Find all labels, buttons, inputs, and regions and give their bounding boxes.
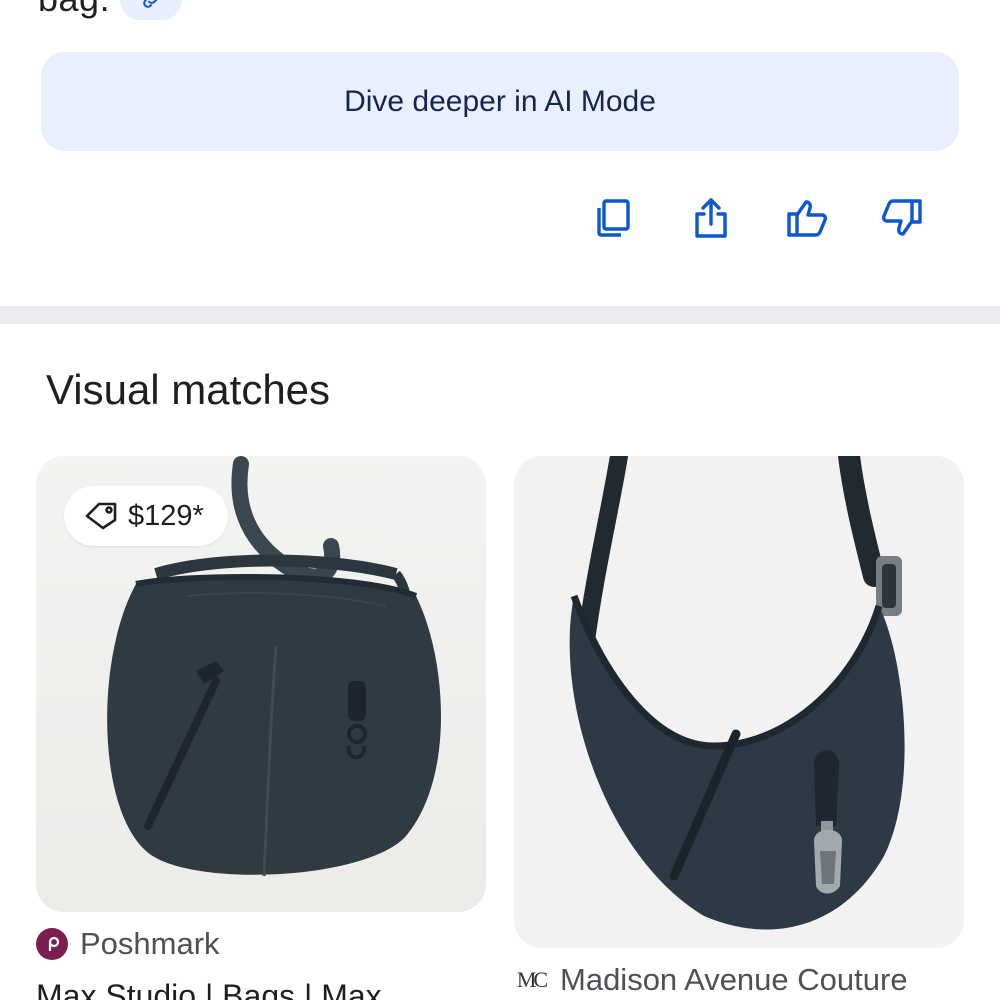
answer-actions-row [0, 190, 1000, 246]
visual-match-image-1[interactable]: $129* [36, 456, 486, 912]
link-icon [143, 0, 158, 8]
price-label: $129* [128, 499, 204, 532]
source-link-chip[interactable] [120, 0, 182, 20]
thumbs-up-icon [787, 200, 828, 237]
share-button[interactable] [683, 190, 739, 246]
answer-trailing-text: bag. [38, 0, 110, 20]
copy-button[interactable] [586, 190, 642, 246]
visual-match-title-1[interactable]: Max Studio | Bags | Max [36, 978, 382, 1000]
price-tag-icon [85, 502, 117, 530]
thumbs-down-button[interactable] [873, 190, 929, 246]
share-icon [695, 198, 727, 238]
dive-deeper-ai-mode-button[interactable]: Dive deeper in AI Mode [41, 52, 959, 151]
handbag-image [569, 456, 905, 930]
source-name: Madison Avenue Couture [560, 962, 908, 997]
price-tag-chip: $129* [64, 486, 228, 546]
thumbs-down-icon [881, 199, 922, 236]
visual-matches-title: Visual matches [46, 366, 331, 413]
section-divider [0, 306, 1000, 324]
poshmark-logo-icon [48, 936, 60, 951]
visual-match-source-2[interactable]: MC Madison Avenue Couture [514, 962, 908, 998]
madison-avenue-couture-favicon-icon: MC [516, 967, 548, 992]
source-name: Poshmark [80, 926, 220, 961]
visual-match-source-1[interactable]: Poshmark [36, 926, 220, 962]
thumbs-up-button[interactable] [780, 190, 836, 246]
poshmark-favicon-icon [36, 928, 68, 960]
copy-icon [597, 199, 630, 237]
visual-match-image-2[interactable] [514, 456, 964, 948]
